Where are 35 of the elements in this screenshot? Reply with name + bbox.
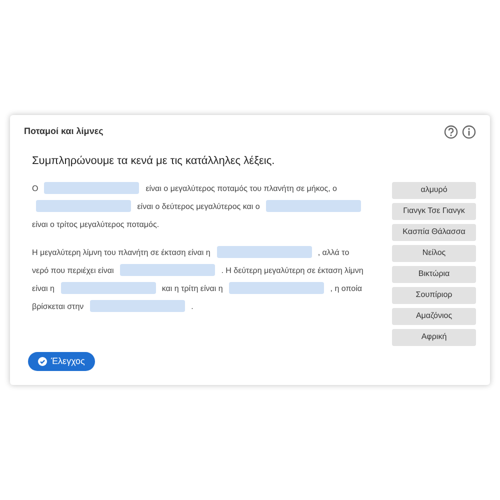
- word-chip[interactable]: Σουπίριορ: [392, 286, 476, 304]
- word-chip[interactable]: Αμαζόνιος: [392, 308, 476, 324]
- sentence-text: . Η δεύτερη μεγαλύτερη σε έκταση λίμνη: [221, 266, 364, 274]
- sentence-text: είναι ο μεγαλύτερος ποταμός του πλανήτη σε μήκος, ο: [146, 184, 337, 192]
- instruction-text: Συμπληρώνουμε τα κενά με τις κατάλληλες λέξεις.: [32, 154, 276, 169]
- word-chip[interactable]: Βικτώρια: [392, 266, 476, 282]
- sentence-text: βρίσκεται στην: [32, 302, 84, 310]
- blank-field[interactable]: [90, 300, 185, 312]
- blank-field[interactable]: [229, 282, 324, 294]
- blank-field[interactable]: [44, 182, 140, 194]
- sentence-text: .: [191, 302, 194, 310]
- sentence-text: , η οποία: [330, 284, 362, 292]
- word-chip[interactable]: Νείλος: [392, 244, 476, 262]
- blank-field[interactable]: [60, 282, 156, 294]
- sentence-text: και η τρίτη είναι η: [162, 284, 223, 292]
- sentence-text: είναι η: [32, 284, 54, 292]
- blank-field[interactable]: [216, 246, 312, 258]
- sentence-text: είναι ο δεύτερος μεγαλύτερος και ο: [137, 202, 260, 210]
- blank-field[interactable]: [266, 200, 362, 212]
- help-icon[interactable]: [444, 125, 458, 139]
- check-icon: [38, 356, 47, 366]
- blank-field[interactable]: [36, 200, 131, 212]
- word-chip[interactable]: Κασπία Θάλασσα: [392, 224, 476, 240]
- word-chip[interactable]: Αφρική: [392, 328, 476, 346]
- sentence-text: Ο: [32, 184, 38, 192]
- info-icon[interactable]: [462, 125, 476, 139]
- exercise-title: Ποταμοί και λίμνες: [24, 125, 104, 138]
- check-button[interactable]: Έλεγχος: [28, 352, 95, 371]
- sentence-text: είναι ο τρίτος μεγαλύτερος ποταμός.: [32, 220, 160, 228]
- sentence-text: νερό που περιέχει είναι: [32, 266, 114, 274]
- word-chip[interactable]: Γιανγκ Τσε Γιανγκ: [392, 202, 476, 220]
- word-chip[interactable]: αλμυρό: [392, 182, 476, 198]
- sentence-text: Η μεγαλύτερη λίμνη του πλανήτη σε έκταση είναι η: [32, 248, 210, 256]
- sentence-text: , αλλά το: [318, 248, 350, 256]
- blank-field[interactable]: [120, 264, 215, 276]
